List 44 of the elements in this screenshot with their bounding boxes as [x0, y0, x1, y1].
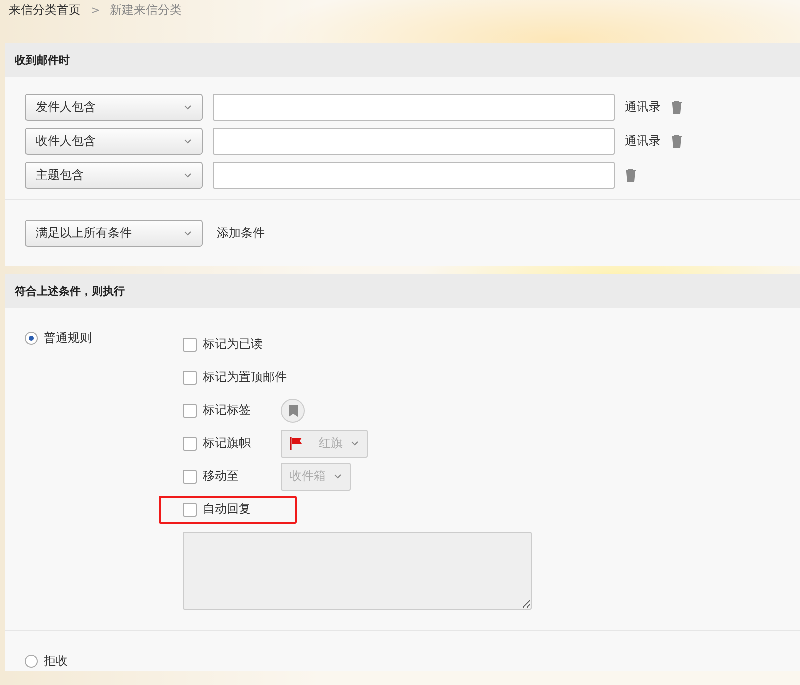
contacts-link[interactable]: 通讯录 [625, 99, 661, 116]
checkbox-label: 移动至 [203, 468, 239, 485]
breadcrumb-separator: > [91, 4, 100, 16]
checkbox-label: 标记标签 [203, 402, 251, 419]
chevron-down-icon [351, 441, 359, 446]
trash-icon[interactable] [671, 101, 683, 114]
condition-input[interactable] [213, 162, 615, 189]
checkbox[interactable] [183, 404, 197, 418]
radio-button[interactable] [25, 332, 38, 344]
trash-icon[interactable] [625, 169, 637, 182]
contacts-link[interactable]: 通讯录 [625, 133, 661, 150]
section-header: 收到邮件时 [5, 43, 800, 77]
breadcrumb-current: 新建来信分类 [110, 2, 182, 18]
condition-dropdown[interactable]: 收件人包含 [25, 128, 203, 155]
checkbox-label: 标记为已读 [203, 336, 263, 353]
breadcrumb-link[interactable]: 来信分类首页 [9, 2, 81, 18]
checkbox[interactable] [183, 370, 197, 384]
section-header: 符合上述条件，则执行 [5, 274, 800, 308]
match-mode-dropdown[interactable]: 满足以上所有条件 [25, 220, 203, 247]
reply-text-area[interactable] [183, 532, 532, 610]
chevron-down-icon [334, 474, 342, 479]
condition-input[interactable] [213, 128, 615, 155]
checkbox[interactable] [183, 436, 197, 450]
chevron-down-icon [184, 139, 192, 144]
bookmark-icon [288, 404, 298, 416]
chevron-down-icon [184, 231, 192, 236]
checkbox[interactable] [183, 502, 197, 516]
chevron-down-icon [184, 173, 192, 178]
radio-label: 普通规则 [44, 330, 92, 346]
checkbox[interactable] [183, 338, 197, 352]
condition-dropdown[interactable]: 主题包含 [25, 162, 203, 189]
radio-label: 拒收 [44, 652, 68, 670]
add-condition-link[interactable]: 添加条件 [217, 225, 265, 242]
checkbox-label: 标记旗帜 [203, 435, 251, 452]
checkbox-label: 标记为置顶邮件 [203, 369, 287, 386]
checkbox[interactable] [183, 470, 197, 484]
radio-button[interactable] [25, 654, 38, 668]
flag-icon [290, 437, 303, 450]
condition-dropdown[interactable]: 发件人包含 [25, 94, 203, 121]
trash-icon[interactable] [671, 135, 683, 148]
condition-input[interactable] [213, 94, 615, 121]
bookmark-button[interactable] [281, 398, 305, 422]
checkbox-label: 自动回复 [203, 501, 251, 518]
chevron-down-icon [184, 105, 192, 110]
